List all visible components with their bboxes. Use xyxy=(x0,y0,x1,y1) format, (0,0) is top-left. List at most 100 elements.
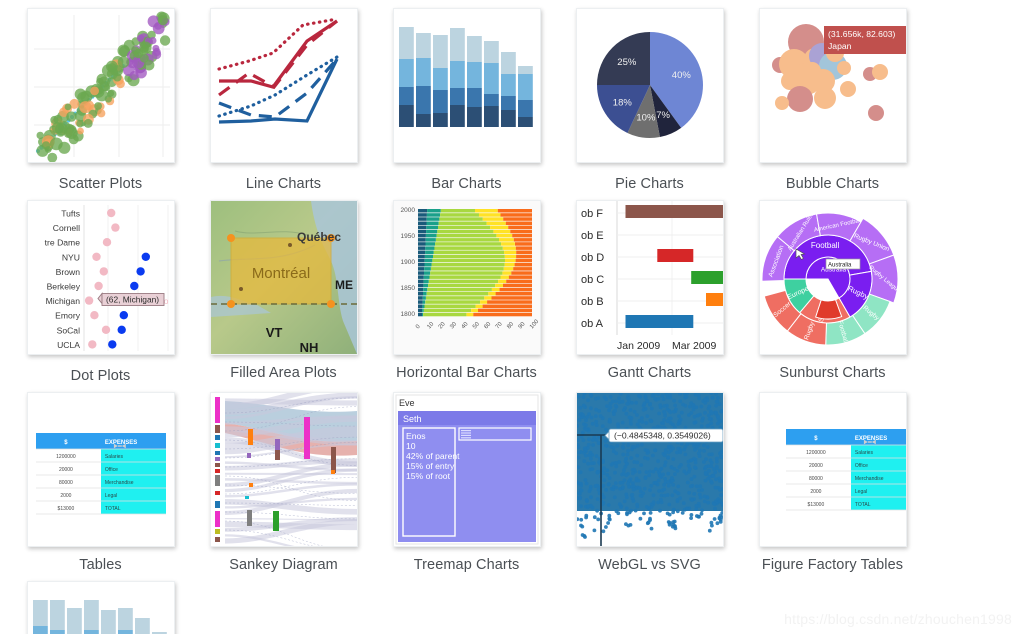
svg-text:NH: NH xyxy=(299,340,318,354)
line-chart-graphic xyxy=(210,9,357,162)
categorical-axes-graphic xyxy=(27,582,174,634)
svg-text:Tufts: Tufts xyxy=(61,209,80,219)
svg-text:20000: 20000 xyxy=(58,467,72,473)
gallery-item-treemap-charts[interactable]: Eve Seth Enos 10 42% of parent 15% of entry 15… xyxy=(384,392,549,573)
thumbnail-dot-plots[interactable]: Tufts Cornell tre Dame NYU Brown Berkeley Mich… xyxy=(26,200,175,355)
svg-text:ob E: ob E xyxy=(581,230,604,242)
svg-text:Jan 2009: Jan 2009 xyxy=(617,340,660,352)
gallery-item-scatter-plots[interactable]: Scatter Plots xyxy=(18,8,183,192)
svg-text:Mar 2009: Mar 2009 xyxy=(672,340,717,352)
svg-text:25%: 25% xyxy=(617,57,637,68)
thumbnail-figure-factory-tables[interactable]: $ EXPENSES 1200000 Salaries 20000 Office 80000… xyxy=(758,392,907,547)
dot-plot-graphic: Tufts Cornell tre Dame NYU Brown Berkeley Mich… xyxy=(27,201,174,354)
gallery-item-label: Line Charts xyxy=(245,176,322,192)
svg-text:Legal: Legal xyxy=(854,489,866,495)
table-graphic: $ EXPENSES1200000 Salaries20000 Office80000… xyxy=(27,393,174,546)
svg-text:ob F: ob F xyxy=(581,208,603,220)
gallery-item-filled-area-plots[interactable]: Québec Montréal ME VT NH Filled Area Plots xyxy=(201,200,366,384)
svg-text:EXPENSES: EXPENSES xyxy=(104,440,136,446)
svg-text:Merchandise: Merchandise xyxy=(104,480,133,486)
svg-text:TOTAL: TOTAL xyxy=(854,502,870,508)
thumbnail-gantt-charts[interactable]: ob F ob E ob D ob C ob B ob A Jan 2009 Mar 2009 xyxy=(575,200,724,355)
gallery-item-horizontal-bar-charts[interactable]: 1800 1850 1900 1950 2000 0 10 20 30 40 50 60 70 80 90 1… xyxy=(384,200,549,384)
svg-text:ob A: ob A xyxy=(581,318,604,330)
gallery-item-line-charts[interactable]: Line Charts xyxy=(201,8,366,192)
svg-text:18%: 18% xyxy=(612,98,632,109)
svg-text:Legal: Legal xyxy=(104,493,116,499)
gallery-item-categorical-axes[interactable]: Categorical Axes xyxy=(18,581,183,634)
svg-text:Berkeley: Berkeley xyxy=(46,282,80,292)
svg-text:VT: VT xyxy=(265,325,282,340)
bubble-tooltip: (31.656k, 82.603) Japan xyxy=(823,26,906,54)
gallery-item-label: Treemap Charts xyxy=(413,557,520,573)
svg-text:1950: 1950 xyxy=(400,233,415,240)
gallery-item-bubble-charts[interactable]: (31.656k, 82.603) Japan Bubble Charts xyxy=(750,8,915,192)
gallery-item-gantt-charts[interactable]: ob F ob E ob D ob C ob B ob A Jan 2009 Mar 2009… xyxy=(567,200,732,384)
thumbnail-categorical-axes[interactable] xyxy=(26,581,175,634)
svg-text:Merchandise: Merchandise xyxy=(854,476,883,482)
svg-text:Salaries: Salaries xyxy=(854,450,873,456)
gallery-item-label: Dot Plots xyxy=(70,368,131,384)
sunburst-chart-graphic: AustraliaFootballRugbySoccerEuropeAssoci… xyxy=(759,201,906,354)
svg-text:15% of entry: 15% of entry xyxy=(406,461,455,471)
gallery-item-sankey-diagram[interactable]: Sankey Diagram xyxy=(201,392,366,573)
svg-text:(−0.4845348, 0.3549026): (−0.4845348, 0.3549026) xyxy=(614,431,711,441)
gallery-item-label: Tables xyxy=(79,557,122,573)
gallery-item-label: Horizontal Bar Charts xyxy=(396,365,537,381)
thumbnail-sankey-diagram[interactable] xyxy=(209,392,358,547)
svg-text:2000: 2000 xyxy=(400,207,415,214)
svg-text:(31.656k, 82.603): (31.656k, 82.603) xyxy=(828,29,896,39)
treemap-graphic: Eve Seth Enos1042% of parent15% of entry15… xyxy=(393,393,540,546)
thumbnail-line-charts[interactable] xyxy=(209,8,358,163)
gallery-item-label: Sankey Diagram xyxy=(229,557,338,573)
svg-text:$13000: $13000 xyxy=(807,502,824,508)
thumbnail-bar-charts[interactable] xyxy=(392,8,541,163)
svg-text:Australia: Australia xyxy=(828,263,852,269)
gallery-item-bar-charts[interactable]: Bar Charts xyxy=(384,8,549,192)
gallery-item-webgl-vs-svg[interactable]: (−0.4845348, 0.3549026) WebGL vs SVG xyxy=(567,392,732,573)
thumbnail-webgl-vs-svg[interactable]: (−0.4845348, 0.3549026) xyxy=(575,392,724,547)
svg-text:NYU: NYU xyxy=(61,252,79,262)
svg-text:Japan: Japan xyxy=(828,41,852,51)
thumbnail-horizontal-bar-charts[interactable]: 1800 1850 1900 1950 2000 0 10 20 30 40 50 60 70 80 90 1… xyxy=(392,200,541,355)
svg-text:10: 10 xyxy=(406,441,416,451)
gallery-item-dot-plots[interactable]: Tufts Cornell tre Dame NYU Brown Berkeley Mich… xyxy=(18,200,183,384)
svg-text:Football: Football xyxy=(810,241,839,250)
gallery-item-label: Figure Factory Tables xyxy=(761,557,904,573)
svg-text:tre Dame: tre Dame xyxy=(44,238,80,248)
svg-text:Office: Office xyxy=(854,463,867,469)
gallery-item-label: Scatter Plots xyxy=(58,176,143,192)
gallery-item-label: Gantt Charts xyxy=(607,365,692,381)
svg-text:Emory: Emory xyxy=(55,311,81,321)
svg-text:Eve: Eve xyxy=(399,398,415,408)
bar-chart-graphic xyxy=(393,9,540,162)
svg-text:1800: 1800 xyxy=(400,311,415,318)
gallery-item-figure-factory-tables[interactable]: $ EXPENSES 1200000 Salaries 20000 Office 80000… xyxy=(750,392,915,573)
gallery-item-label: Bar Charts xyxy=(431,176,502,192)
svg-text:Seth: Seth xyxy=(403,414,422,424)
svg-text:$13000: $13000 xyxy=(57,506,74,512)
svg-text:EXPENSES: EXPENSES xyxy=(854,436,886,442)
svg-text:(62, Michigan): (62, Michigan) xyxy=(106,295,159,305)
thumbnail-pie-charts[interactable]: 40% 7% 10% 18% 25% xyxy=(575,8,724,163)
gallery-item-tables[interactable]: $ EXPENSES 1200000 Salaries 20000 Office 80000… xyxy=(18,392,183,573)
gallery-item-pie-charts[interactable]: 40% 7% 10% 18% 25% Pie Charts xyxy=(567,8,732,192)
svg-text:Brown: Brown xyxy=(55,267,80,277)
thumbnail-scatter-plots[interactable] xyxy=(26,8,175,163)
svg-text:ob D: ob D xyxy=(581,252,604,264)
gallery-item-label: WebGL vs SVG xyxy=(598,557,701,573)
horizontal-bar-graphic: 180018501900195020000 10 20 30 40 50 60 70 80 90 1… xyxy=(393,201,540,354)
thumbnail-grid: Scatter Plots Line Charts Bar Charts 40%… xyxy=(0,0,1024,634)
svg-text:2000: 2000 xyxy=(810,489,821,495)
webgl-graphic: (−0.4845348, 0.3549026) xyxy=(576,393,723,546)
svg-text:10%: 10% xyxy=(636,113,656,124)
thumbnail-bubble-charts[interactable]: (31.656k, 82.603) Japan xyxy=(758,8,907,163)
gallery-item-label: Sunburst Charts xyxy=(779,365,886,381)
svg-text:42% of parent: 42% of parent xyxy=(406,451,460,461)
thumbnail-sunburst-charts[interactable]: AustraliaFootballRugbySoccerEuropeAssoci… xyxy=(758,200,907,355)
thumbnail-filled-area-plots[interactable]: Québec Montréal ME VT NH xyxy=(209,200,358,355)
svg-text:7%: 7% xyxy=(656,110,670,121)
thumbnail-tables[interactable]: $ EXPENSES 1200000 Salaries 20000 Office 80000… xyxy=(26,392,175,547)
gallery-item-sunburst-charts[interactable]: AustraliaFootballRugbySoccerEuropeAssoci… xyxy=(750,200,915,384)
thumbnail-treemap-charts[interactable]: Eve Seth Enos 10 42% of parent 15% of entry 15… xyxy=(392,392,541,547)
